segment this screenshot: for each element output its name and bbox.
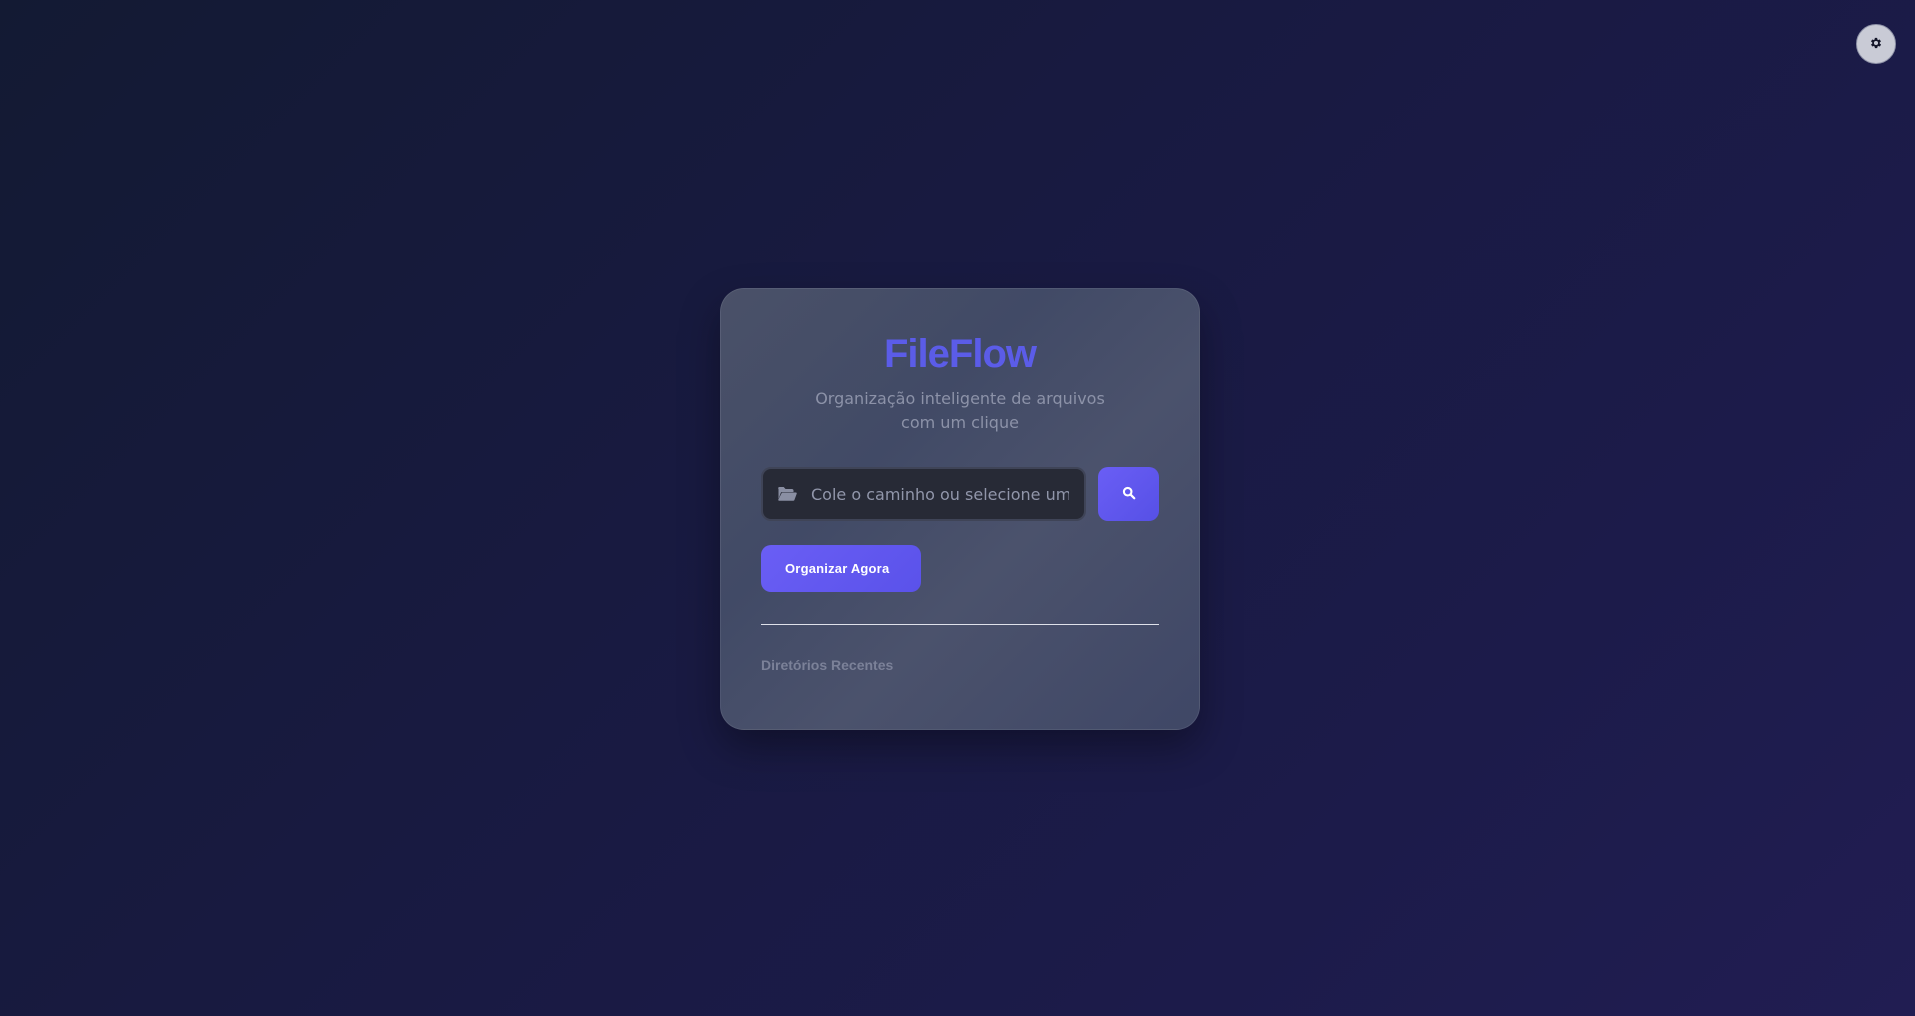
search-icon [1122, 486, 1136, 503]
app-title: FileFlow [884, 332, 1037, 376]
recent-directories-heading: Diretórios Recentes [761, 657, 894, 673]
path-input[interactable] [811, 484, 1069, 504]
browse-search-button[interactable] [1098, 467, 1159, 521]
organizer-card: FileFlow Organização inteligente de arqu… [720, 288, 1200, 730]
path-input-container [761, 467, 1087, 521]
section-divider [761, 624, 1159, 625]
theme-toggle-button[interactable] [1856, 24, 1896, 64]
folder-open-icon [777, 486, 797, 502]
app-subtitle: Organização inteligente de arquivos com … [815, 389, 1105, 432]
gear-icon [1869, 36, 1883, 53]
organize-now-button[interactable]: Organizar Agora [761, 545, 922, 592]
path-search-row [761, 467, 1159, 521]
